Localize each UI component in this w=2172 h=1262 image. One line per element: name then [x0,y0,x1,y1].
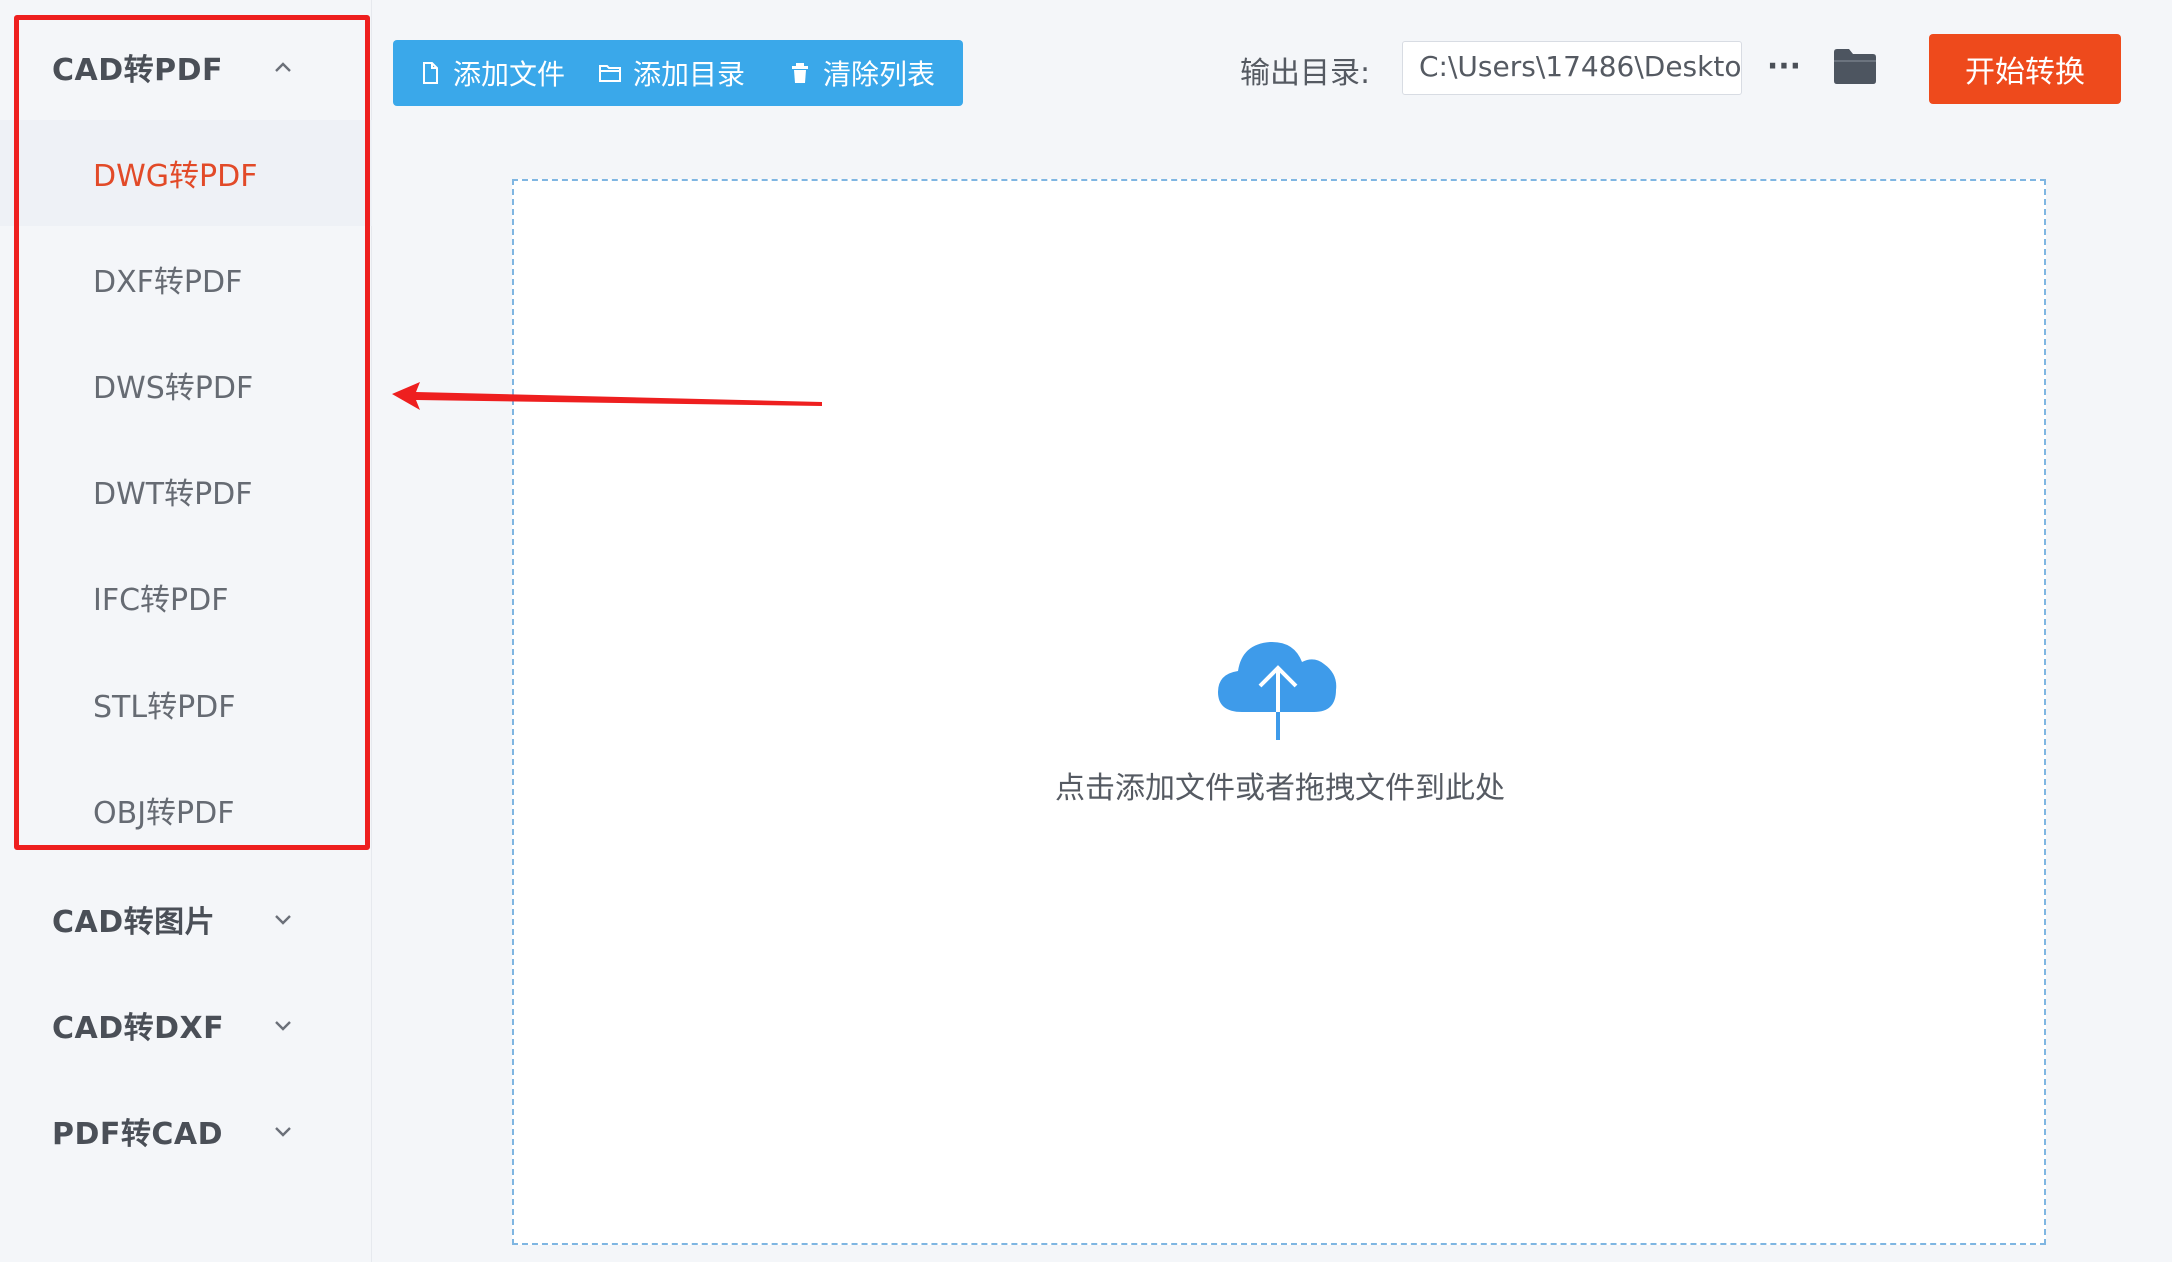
add-folder-label: 添加目录 [633,58,746,91]
drop-zone-hint: 点击添加文件或者拖拽文件到此处 [1055,771,1505,806]
toolbar: 添加文件 添加目录 清除列表 输出目录: C:\Users\17486\Desk… [372,0,2172,138]
sidebar-group-cad-to-dxf[interactable]: CAD转DXF [0,972,372,1078]
add-file-label: 添加文件 [453,58,566,91]
clear-list-button[interactable]: 清除列表 [773,40,963,106]
sidebar-item-dwt-to-pdf[interactable]: DWT转PDF [0,438,372,544]
sidebar-item-label: STL转PDF [93,690,236,725]
sidebar-item-dwg-to-pdf[interactable]: DWG转PDF [0,120,372,226]
sidebar-item-label: IFC转PDF [93,583,229,618]
folder-outline-icon [597,60,633,86]
sidebar-group-label: CAD转DXF [52,1011,225,1046]
sidebar-group-cad-to-image[interactable]: CAD转图片 [0,866,372,972]
sidebar-group-cad-to-pdf[interactable]: CAD转PDF [0,14,372,120]
start-conversion-button[interactable]: 开始转换 [1929,34,2121,104]
sidebar-group-label: CAD转PDF [52,53,224,88]
chevron-down-icon [272,908,294,930]
sidebar-group-label: CAD转图片 [52,905,216,940]
chevron-down-icon [272,1120,294,1142]
sidebar-item-dws-to-pdf[interactable]: DWS转PDF [0,332,372,438]
clear-list-label: 清除列表 [823,58,936,91]
add-folder-button[interactable]: 添加目录 [583,40,773,106]
sidebar: CAD转PDF DWG转PDF DXF转PDF DWS转PDF DWT转PDF … [0,0,372,1262]
output-directory-label: 输出目录: [1240,56,1371,91]
more-options-button[interactable]: ··· [1762,40,1806,94]
sidebar-item-label: DWS转PDF [93,371,254,406]
add-file-button[interactable]: 添加文件 [393,40,583,106]
chevron-down-icon [272,1014,294,1036]
folder-icon[interactable] [1832,46,1878,86]
output-directory-field[interactable]: C:\Users\17486\Deskto [1402,41,1742,95]
sidebar-item-dxf-to-pdf[interactable]: DXF转PDF [0,226,372,332]
sidebar-item-label: DXF转PDF [93,265,243,300]
app-window: CAD转PDF DWG转PDF DXF转PDF DWS转PDF DWT转PDF … [0,0,2172,1262]
sidebar-item-label: OBJ转PDF [93,796,235,831]
sidebar-item-stl-to-pdf[interactable]: STL转PDF [0,651,372,757]
sidebar-group-label: PDF转CAD [52,1117,224,1152]
sidebar-item-ifc-to-pdf[interactable]: IFC转PDF [0,544,372,650]
chevron-up-icon [272,56,294,78]
file-icon [417,60,453,86]
trash-icon [787,60,823,86]
file-actions-group: 添加文件 添加目录 清除列表 [393,40,963,106]
sidebar-group-pdf-to-cad[interactable]: PDF转CAD [0,1078,372,1184]
sidebar-item-label: DWT转PDF [93,477,253,512]
cloud-upload-icon [1214,632,1342,744]
sidebar-item-label: DWG转PDF [93,159,258,194]
sidebar-item-obj-to-pdf[interactable]: OBJ转PDF [0,757,372,863]
